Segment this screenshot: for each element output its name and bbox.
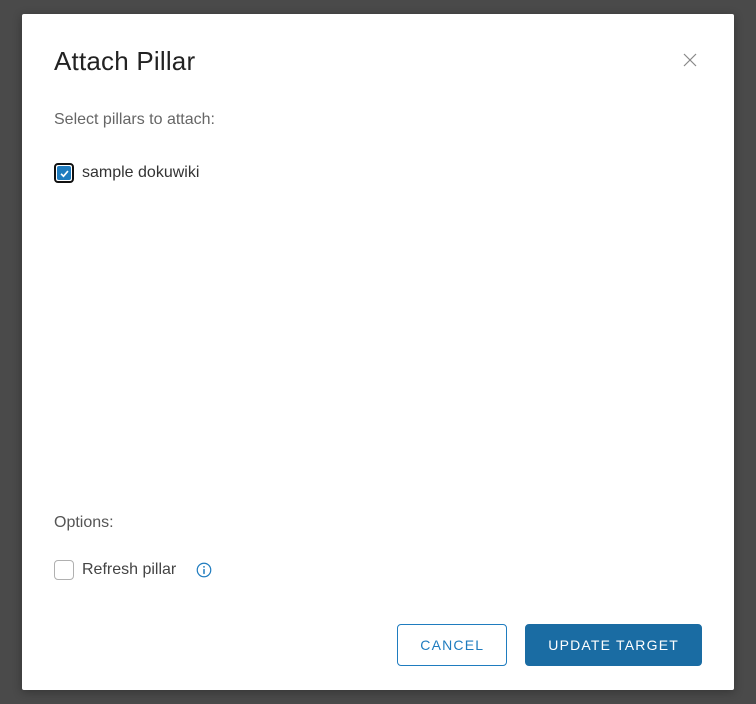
- pillar-label: sample dokuwiki: [82, 164, 199, 182]
- refresh-pillar-label: Refresh pillar: [82, 561, 176, 579]
- modal-header: Attach Pillar: [54, 42, 702, 77]
- update-target-button[interactable]: UPDATE TARGET: [525, 624, 702, 666]
- options-label: Options:: [54, 514, 702, 532]
- attach-pillar-modal: Attach Pillar Select pillars to attach:: [22, 14, 734, 690]
- info-button[interactable]: [194, 560, 214, 580]
- select-pillars-label: Select pillars to attach:: [54, 111, 702, 129]
- cancel-button[interactable]: CANCEL: [397, 624, 507, 666]
- close-button[interactable]: [678, 48, 702, 72]
- modal-title: Attach Pillar: [54, 46, 195, 77]
- modal-backdrop: Attach Pillar Select pillars to attach:: [0, 0, 756, 704]
- modal-footer: CANCEL UPDATE TARGET: [54, 624, 702, 666]
- pillar-item: sample dokuwiki: [54, 163, 702, 183]
- close-icon: [681, 51, 699, 69]
- pillar-checkbox[interactable]: [54, 163, 74, 183]
- checkmark-icon: [59, 168, 70, 179]
- info-icon: [195, 561, 213, 579]
- pillar-list: sample dokuwiki: [54, 163, 702, 183]
- option-row: Refresh pillar: [54, 560, 702, 580]
- refresh-pillar-checkbox[interactable]: [54, 560, 74, 580]
